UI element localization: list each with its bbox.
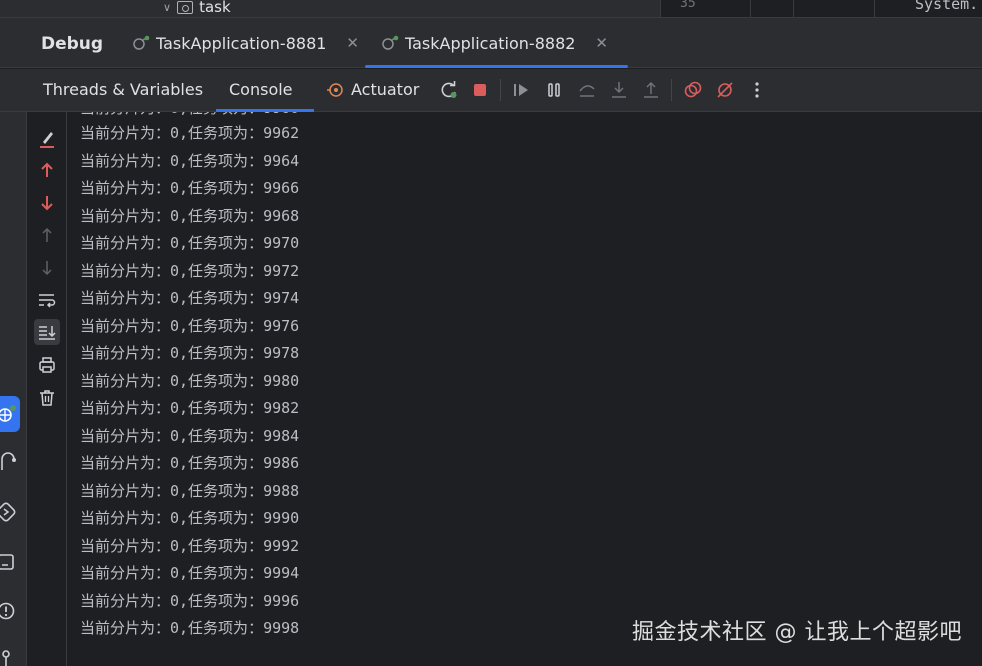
rerun-icon[interactable] — [438, 79, 460, 101]
code-fragment: System. — [915, 0, 979, 13]
mute-breakpoints-icon[interactable] — [714, 79, 736, 101]
version-control-icon[interactable] — [0, 642, 20, 666]
console-side-toolbar — [28, 112, 67, 666]
console-line: 当前分片为：0,任务项为：9980 — [80, 371, 300, 390]
console-line: 当前分片为：0,任务项为：9972 — [80, 261, 300, 280]
chevron-down-icon[interactable]: ∨ — [163, 1, 171, 14]
step-out-icon[interactable] — [640, 79, 662, 101]
top-strip: ∨ task 35 System. — [0, 0, 982, 17]
debug-title: Debug — [41, 34, 104, 54]
tab-label: Actuator — [351, 80, 420, 99]
project-tree-item-task[interactable]: ∨ task — [163, 0, 231, 16]
debug-run-icon — [381, 34, 399, 52]
tab-taskapplication-8881[interactable]: TaskApplication-8881 ✕ — [132, 18, 359, 68]
tab-label: TaskApplication-8882 — [405, 33, 576, 53]
scroll-to-end-icon[interactable] — [34, 319, 60, 345]
step-into-icon[interactable] — [608, 79, 630, 101]
tab-threads-variables[interactable]: Threads & Variables — [43, 80, 203, 99]
previous-occurrence-icon[interactable] — [34, 222, 60, 248]
console-line: 当前分片为：0,任务项为：9970 — [80, 234, 300, 252]
console-line: 当前分片为：0,任务项为：9966 — [80, 179, 300, 197]
console-line: 当前分片为：0,任务项为：9992 — [80, 536, 300, 555]
debug-tool-window-icon[interactable] — [0, 396, 20, 432]
tool-window-strip — [0, 112, 27, 666]
console-line: 当前分片为：0,任务项为：9976 — [80, 316, 300, 335]
tab-actuator[interactable]: Actuator — [326, 80, 419, 99]
soft-wrap-icon[interactable] — [34, 287, 60, 313]
toolbar-divider — [671, 79, 672, 101]
more-options-icon[interactable] — [746, 79, 768, 101]
view-breakpoints-icon[interactable] — [682, 79, 704, 101]
console-line: 当前分片为：0,任务项为：9974 — [80, 289, 300, 307]
line-number: 35 — [680, 0, 696, 11]
console-line: 当前分片为：0,任务项为：9994 — [80, 564, 300, 582]
console-output[interactable]: 当前分片为：0,任务项为：9960 当前分片为：0,任务项为：9962当前分片为… — [68, 112, 982, 666]
down-stack-trace-icon[interactable] — [34, 190, 60, 216]
trash-icon[interactable] — [34, 385, 60, 411]
tab-taskapplication-8882[interactable]: TaskApplication-8882 ✕ — [365, 18, 628, 68]
console-line: 当前分片为：0,任务项为：9964 — [80, 151, 300, 170]
close-icon[interactable]: ✕ — [346, 34, 359, 52]
next-occurrence-icon[interactable] — [34, 255, 60, 281]
clear-console-brush-icon[interactable] — [34, 126, 60, 152]
console-line: 当前分片为：0,任务项为：9998 — [80, 619, 300, 637]
console-line: 当前分片为：0,任务项为：9990 — [80, 509, 300, 527]
console-line: 当前分片为：0,任务项为：9988 — [80, 481, 300, 500]
console-line: 当前分片为：0,任务项为：9986 — [80, 454, 300, 472]
console-line: 当前分片为：0,任务项为：9968 — [80, 206, 300, 225]
watermark: 掘金技术社区 @ 让我上个超影吧 — [632, 620, 962, 645]
up-stack-trace-icon[interactable] — [34, 157, 60, 183]
terminal-icon[interactable] — [0, 547, 20, 577]
problems-icon[interactable] — [0, 596, 20, 626]
actuator-icon — [327, 82, 343, 97]
resume-icon[interactable] — [510, 79, 532, 101]
debug-tool-window-header: Debug TaskApplication-8881 ✕ TaskApplica… — [0, 17, 982, 68]
debug-run-icon — [132, 34, 150, 52]
tree-item-label: task — [199, 0, 231, 16]
editor-gutter — [750, 0, 875, 17]
console-line: 当前分片为：0,任务项为：9996 — [80, 591, 300, 610]
print-icon[interactable] — [34, 352, 60, 378]
stop-icon[interactable] — [469, 79, 491, 101]
step-over-icon[interactable] — [576, 79, 598, 101]
active-tab-indicator — [365, 65, 628, 68]
git-branch-icon[interactable] — [0, 447, 20, 477]
console-line: 当前分片为：0,任务项为：9978 — [80, 344, 300, 362]
console-line: 当前分片为：0,任务项为：9982 — [80, 399, 300, 417]
console-line: 当前分片为：0,任务项为：9984 — [80, 426, 300, 445]
tab-label: TaskApplication-8881 — [156, 33, 327, 53]
close-icon[interactable]: ✕ — [595, 34, 608, 52]
debug-toolbar: Threads & Variables Console Actuator — [0, 69, 982, 112]
services-icon[interactable] — [0, 497, 20, 527]
package-folder-icon — [177, 0, 194, 14]
tab-console[interactable]: Console — [229, 80, 293, 99]
console-line: 当前分片为：0,任务项为：9962 — [80, 124, 300, 142]
pause-icon[interactable] — [543, 79, 565, 101]
toolbar-divider — [500, 79, 501, 101]
